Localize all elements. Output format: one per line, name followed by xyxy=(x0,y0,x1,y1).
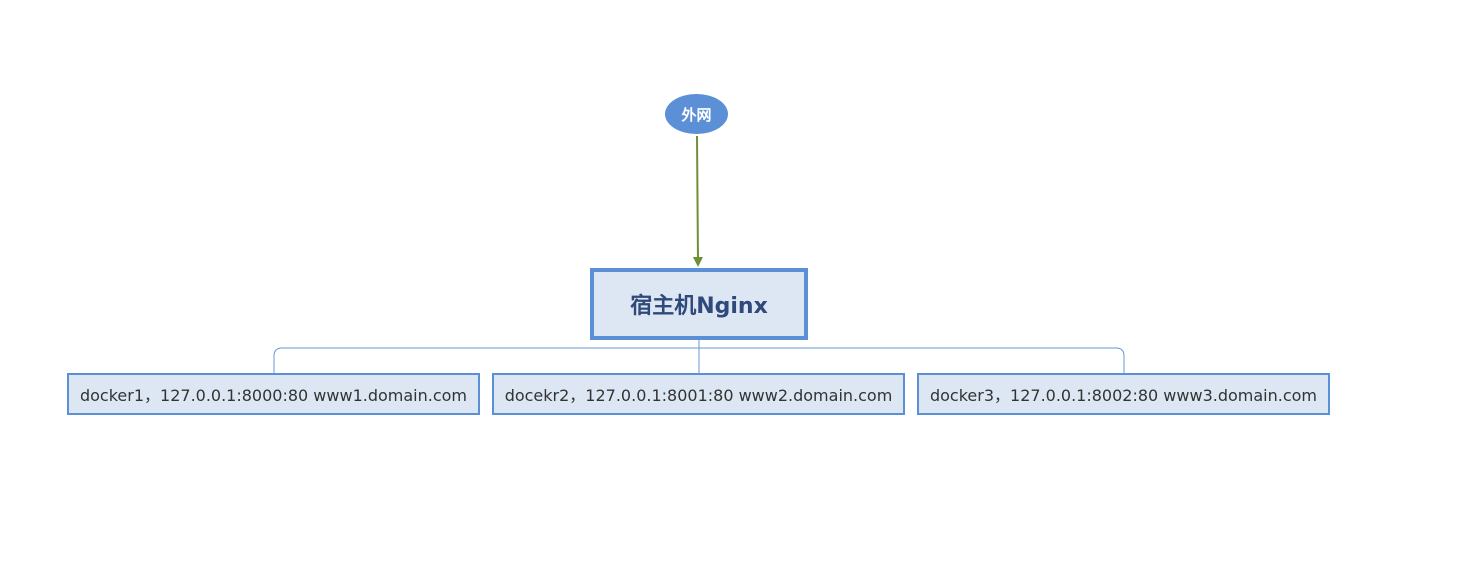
docker-node-label: docker1，127.0.0.1:8000:80 www1.domain.co… xyxy=(79,386,468,405)
docker-node-3[interactable]: docker3，127.0.0.1:8002:80 www3.domain.co… xyxy=(917,373,1330,415)
arrow-external-to-host xyxy=(692,135,703,267)
external-network-node[interactable]: 外网 xyxy=(665,94,728,134)
docker-node-2[interactable]: docekr2，127.0.0.1:8001:80 www2.domain.co… xyxy=(492,373,905,415)
connector-bus xyxy=(273,340,1125,373)
docker-node-label: docekr2，127.0.0.1:8001:80 www2.domain.co… xyxy=(504,386,893,405)
docker-node-1[interactable]: docker1，127.0.0.1:8000:80 www1.domain.co… xyxy=(67,373,480,415)
external-network-label: 外网 xyxy=(681,105,712,124)
host-nginx-node[interactable]: 宿主机Nginx xyxy=(590,268,808,340)
host-nginx-label: 宿主机Nginx xyxy=(630,294,768,319)
diagram-canvas: 外网 宿主机Nginx docker1，127.0.0.1:8000:80 ww… xyxy=(0,0,1461,576)
docker-node-label: docker3，127.0.0.1:8002:80 www3.domain.co… xyxy=(929,386,1318,405)
